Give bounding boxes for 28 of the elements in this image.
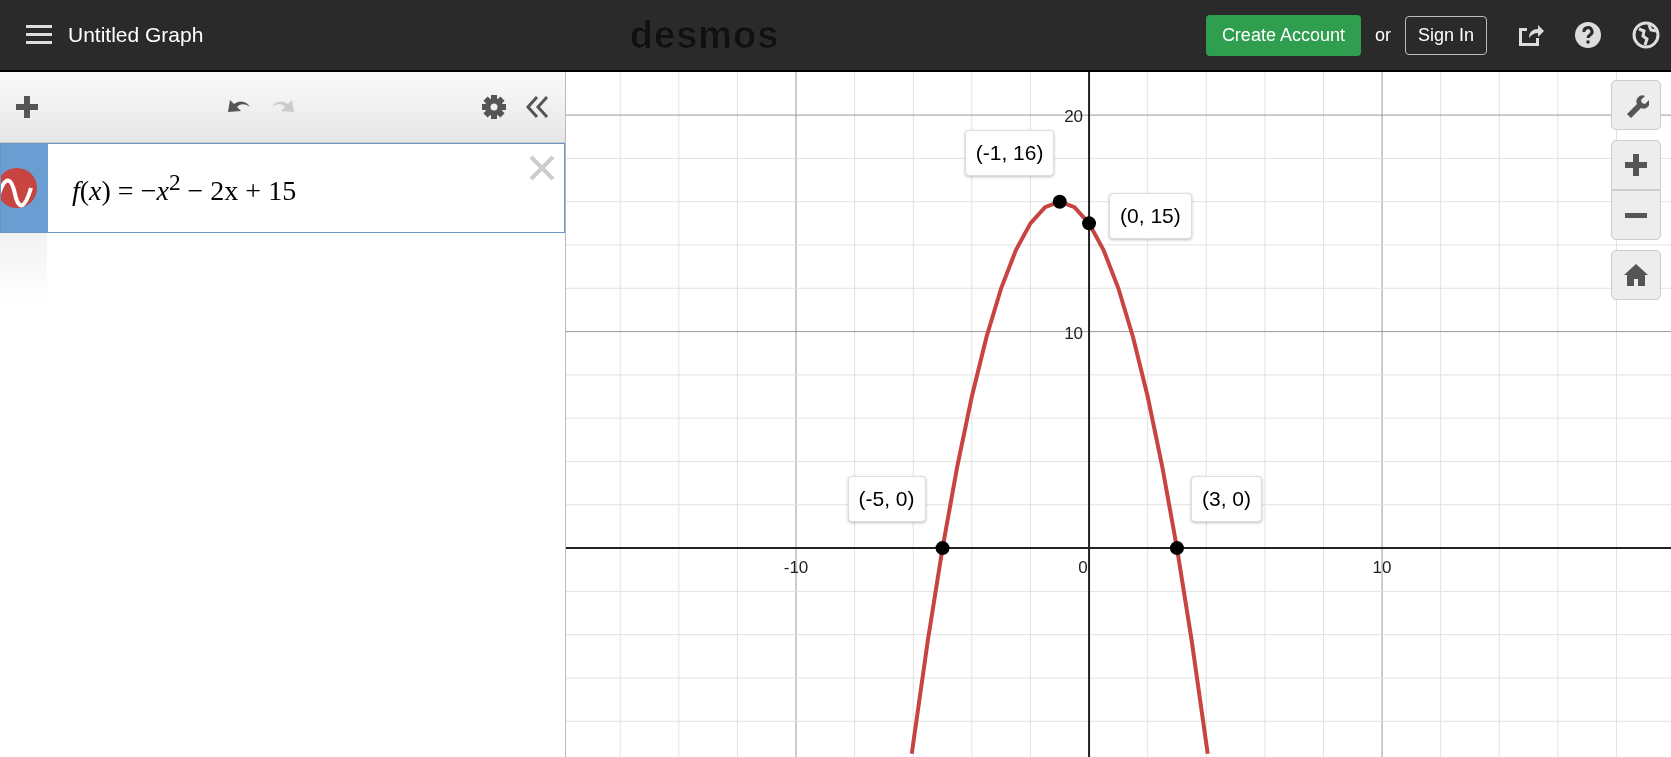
home-button[interactable]: [1611, 250, 1661, 300]
tick-label: 0: [1078, 558, 1088, 578]
zoom-in-button[interactable]: [1611, 140, 1661, 190]
tick-label: -10: [783, 558, 809, 578]
point-label: (3, 0): [1190, 476, 1262, 523]
point-label: (-1, 16): [964, 129, 1055, 176]
tick-label: 20: [1064, 107, 1084, 127]
point-marker[interactable]: [1082, 216, 1097, 231]
help-icon[interactable]: [1573, 20, 1603, 50]
expression-row[interactable]: f(x) = −x$^{2}$ − 2x + 15: [0, 143, 565, 233]
graph-title: Untitled Graph: [68, 23, 204, 47]
point-marker[interactable]: [1169, 541, 1184, 556]
tick-label: 10: [1064, 323, 1084, 343]
zoom-out-button[interactable]: [1611, 190, 1661, 240]
minus-icon: [1625, 212, 1647, 218]
point-label: (0, 15): [1109, 193, 1192, 240]
settings-icon[interactable]: [479, 92, 509, 122]
wrench-button[interactable]: [1611, 80, 1661, 130]
plus-icon: [1625, 154, 1647, 176]
point-marker[interactable]: [1052, 194, 1067, 209]
globe-icon[interactable]: [1631, 20, 1661, 50]
or-text: or: [1374, 24, 1391, 46]
tick-label: 10: [1372, 558, 1392, 578]
math-expression: f(x) = −x$^{2}$ − 2x + 15: [72, 168, 297, 208]
point-label: (-5, 0): [847, 476, 926, 523]
point-marker[interactable]: [935, 541, 950, 556]
sign-in-button[interactable]: Sign In: [1404, 15, 1487, 55]
home-icon: [1624, 264, 1648, 286]
